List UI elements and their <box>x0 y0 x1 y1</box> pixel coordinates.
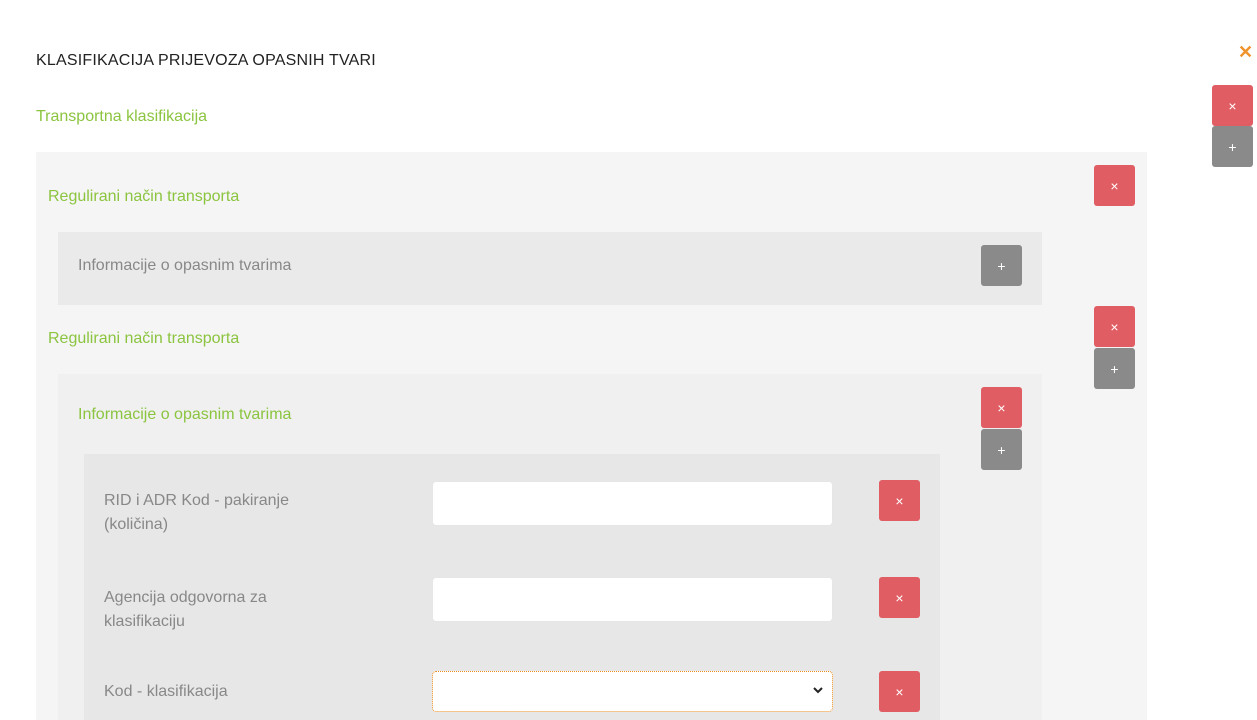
packaging-code-input[interactable] <box>432 481 833 526</box>
field-label-classification-agency: Agencija odgovorna za klasifikaciju <box>104 586 404 634</box>
remove-icon: × <box>1110 177 1119 194</box>
remove-transport-mode-button[interactable]: × <box>1094 165 1135 206</box>
label-line: Agencija odgovorna za <box>104 589 267 606</box>
remove-section-button[interactable]: × <box>1212 85 1253 126</box>
label-line: (količina) <box>104 516 169 533</box>
add-icon: + <box>1110 360 1119 377</box>
label-line: klasifikaciju <box>104 613 185 630</box>
remove-dangerous-goods-button[interactable]: × <box>981 387 1022 428</box>
transport-mode-heading: Regulirani način transporta <box>48 188 240 205</box>
dangerous-goods-heading: Informacije o opasnim tvarima <box>78 257 292 274</box>
section-heading-transport-classification: Transportna klasifikacija <box>36 108 208 125</box>
field-label-packaging-code: RID i ADR Kod - pakiranje (količina) <box>104 489 404 537</box>
label-line: RID i ADR Kod - pakiranje <box>104 492 289 509</box>
add-transport-mode-button[interactable]: + <box>1094 348 1135 389</box>
remove-icon: × <box>895 492 904 509</box>
transport-mode-heading: Regulirani način transporta <box>48 330 240 347</box>
add-icon: + <box>1228 138 1237 155</box>
add-icon: + <box>997 257 1006 274</box>
remove-icon: × <box>895 589 904 606</box>
field-label-classification-code: Kod - klasifikacija <box>104 680 404 704</box>
close-icon[interactable]: ✕ <box>1238 42 1253 63</box>
add-section-button[interactable]: + <box>1212 126 1253 167</box>
remove-icon: × <box>895 683 904 700</box>
remove-classification-code-button[interactable]: × <box>879 671 920 712</box>
remove-icon: × <box>997 399 1006 416</box>
classification-code-select[interactable] <box>432 671 833 712</box>
dangerous-goods-heading: Informacije o opasnim tvarima <box>78 406 292 423</box>
remove-icon: × <box>1228 97 1237 114</box>
remove-transport-mode-button[interactable]: × <box>1094 306 1135 347</box>
chevron-down-icon <box>813 687 823 694</box>
label-line: Kod - klasifikacija <box>104 683 228 700</box>
page-title: KLASIFIKACIJA PRIJEVOZA OPASNIH TVARI <box>36 52 376 69</box>
add-dangerous-goods-button[interactable]: + <box>981 245 1022 286</box>
remove-packaging-code-button[interactable]: × <box>879 480 920 521</box>
remove-icon: × <box>1110 318 1119 335</box>
add-dangerous-goods-button[interactable]: + <box>981 429 1022 470</box>
add-icon: + <box>997 441 1006 458</box>
remove-classification-agency-button[interactable]: × <box>879 577 920 618</box>
classification-agency-input[interactable] <box>432 577 833 622</box>
